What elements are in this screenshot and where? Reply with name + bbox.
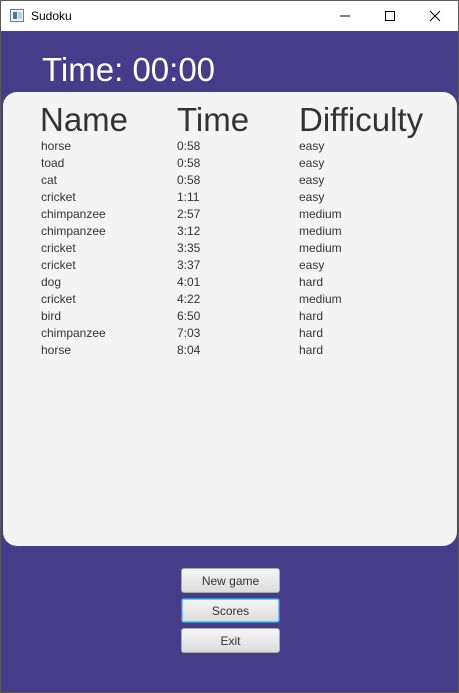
score-name: cricket bbox=[41, 241, 76, 255]
score-row: toad 0:58 easy bbox=[3, 155, 457, 172]
score-row: cricket 3:35 medium bbox=[3, 240, 457, 257]
maximize-icon bbox=[385, 11, 395, 21]
score-time: 3:37 bbox=[177, 258, 201, 272]
score-name: chimpanzee bbox=[41, 326, 106, 340]
score-difficulty: medium bbox=[299, 207, 342, 221]
column-header-time: Time bbox=[177, 101, 250, 138]
score-difficulty: medium bbox=[299, 224, 342, 238]
column-header-name: Name bbox=[40, 101, 129, 138]
scores-panel: Name Time Difficulty horse 0:58 easy toa… bbox=[3, 92, 457, 546]
window-title: Sudoku bbox=[31, 9, 72, 23]
score-row: chimpanzee 2:57 medium bbox=[3, 206, 457, 223]
score-name: chimpanzee bbox=[41, 224, 106, 238]
exit-button[interactable]: Exit bbox=[181, 628, 280, 653]
score-row: horse 0:58 easy bbox=[3, 138, 457, 155]
score-time: 7:03 bbox=[177, 326, 201, 340]
score-time: 4:01 bbox=[177, 275, 201, 289]
score-time: 4:22 bbox=[177, 292, 201, 306]
score-difficulty: easy bbox=[299, 258, 325, 272]
score-name: dog bbox=[41, 275, 62, 289]
score-difficulty: medium bbox=[299, 292, 342, 306]
score-time: 8:04 bbox=[177, 343, 201, 357]
minimize-icon bbox=[340, 15, 350, 17]
score-row: cat 0:58 easy bbox=[3, 172, 457, 189]
score-difficulty: hard bbox=[299, 326, 324, 340]
score-time: 1:11 bbox=[177, 190, 200, 204]
score-name: horse bbox=[41, 343, 72, 357]
score-time: 0:58 bbox=[177, 139, 201, 153]
score-difficulty: hard bbox=[299, 275, 324, 289]
timer-label: Time: 00:00 bbox=[42, 51, 216, 88]
score-row: bird 6:50 hard bbox=[3, 308, 457, 325]
minimize-button[interactable] bbox=[322, 1, 368, 31]
close-button[interactable] bbox=[412, 1, 458, 31]
score-difficulty: hard bbox=[299, 343, 324, 357]
scores-button[interactable]: Scores bbox=[181, 598, 280, 623]
score-name: toad bbox=[41, 156, 65, 170]
column-header-difficulty: Difficulty bbox=[299, 101, 424, 138]
score-difficulty: medium bbox=[299, 241, 342, 255]
score-time: 3:12 bbox=[177, 224, 201, 238]
title-bar[interactable]: Sudoku bbox=[1, 1, 458, 31]
score-row: dog 4:01 hard bbox=[3, 274, 457, 291]
maximize-button[interactable] bbox=[367, 1, 413, 31]
score-name: horse bbox=[41, 139, 72, 153]
score-difficulty: easy bbox=[299, 139, 325, 153]
close-icon bbox=[429, 10, 441, 22]
score-time: 0:58 bbox=[177, 156, 201, 170]
score-name: cricket bbox=[41, 292, 76, 306]
score-name: chimpanzee bbox=[41, 207, 106, 221]
score-time: 3:35 bbox=[177, 241, 201, 255]
score-difficulty: hard bbox=[299, 309, 324, 323]
score-row: cricket 1:11 easy bbox=[3, 189, 457, 206]
score-name: cat bbox=[41, 173, 58, 187]
new-game-button[interactable]: New game bbox=[181, 568, 280, 593]
score-row: chimpanzee 7:03 hard bbox=[3, 325, 457, 342]
score-time: 2:57 bbox=[177, 207, 201, 221]
score-row: horse 8:04 hard bbox=[3, 342, 457, 359]
score-row: chimpanzee 3:12 medium bbox=[3, 223, 457, 240]
score-time: 0:58 bbox=[177, 173, 201, 187]
score-difficulty: easy bbox=[299, 190, 325, 204]
score-name: cricket bbox=[41, 258, 76, 272]
score-difficulty: easy bbox=[299, 156, 325, 170]
score-name: bird bbox=[41, 309, 62, 323]
score-name: cricket bbox=[41, 190, 76, 204]
score-time: 6:50 bbox=[177, 309, 201, 323]
app-icon bbox=[10, 9, 24, 22]
score-difficulty: easy bbox=[299, 173, 325, 187]
app-window: Sudoku Time: 00:00 Name Time Difficulty … bbox=[0, 0, 459, 693]
score-row: cricket 3:37 easy bbox=[3, 257, 457, 274]
score-row: cricket 4:22 medium bbox=[3, 291, 457, 308]
